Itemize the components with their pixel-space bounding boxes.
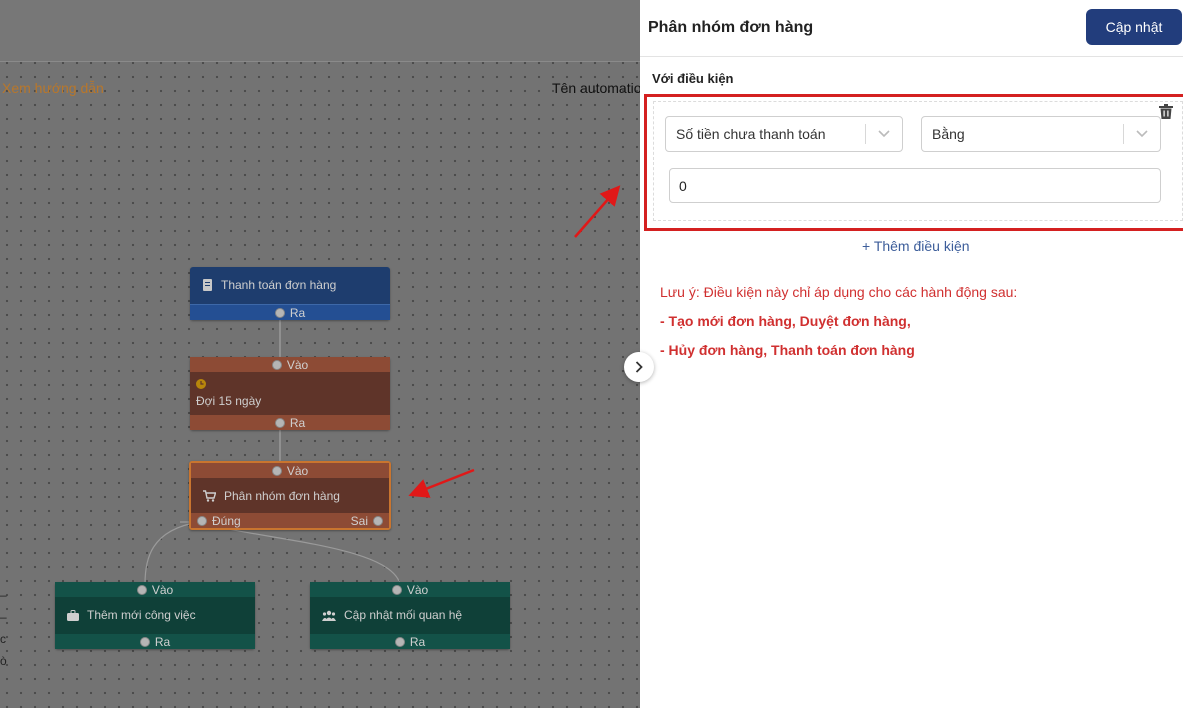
note-text: Lưu ý: Điều kiện này chỉ áp dụng cho các… [660, 284, 1018, 300]
node-output-port[interactable]: Ra [55, 634, 255, 649]
trash-icon[interactable] [1159, 104, 1173, 124]
node-classify-orders[interactable]: Vào Phân nhóm đơn hàng Đúng Sai [189, 461, 391, 530]
node-title: Cập nhật mối quan hệ [344, 608, 463, 622]
node-input-port[interactable]: Vào [55, 582, 255, 597]
node-title: Thêm mới công việc [87, 608, 196, 622]
node-input-port[interactable]: Vào [310, 582, 510, 597]
update-button[interactable]: Cập nhật [1086, 9, 1182, 45]
node-input-port[interactable]: Vào [190, 357, 390, 372]
briefcase-icon [67, 609, 79, 621]
node-output-port[interactable]: Ra [310, 634, 510, 649]
clock-icon [196, 378, 206, 392]
node-update-relation[interactable]: Vào Cập nhật mối quan hệ Ra [310, 582, 510, 649]
node-false-port[interactable]: Sai [351, 514, 383, 528]
node-input-port[interactable]: Vào [191, 463, 389, 478]
node-title: Đợi 15 ngày [196, 394, 262, 408]
node-output-port[interactable]: Ra [190, 415, 390, 430]
panel-title: Phân nhóm đơn hàng [648, 19, 814, 36]
left-edge-controls: – – c ò [0, 588, 7, 668]
cart-icon [203, 490, 216, 502]
node-add-task[interactable]: Vào Thêm mới công việc Ra [55, 582, 255, 649]
node-output-port[interactable]: Ra [190, 304, 390, 320]
users-icon [322, 610, 336, 621]
condition-label: Với điều kiện [652, 71, 734, 86]
note-line: - Tạo mới đơn hàng, Duyệt đơn hàng, [660, 313, 911, 329]
node-settings-panel: Phân nhóm đơn hàng Cập nhật Với điều kiệ… [640, 0, 1183, 708]
chevron-down-icon [1124, 130, 1160, 138]
chevron-down-icon [866, 130, 902, 138]
condition-highlight [644, 94, 1183, 231]
chevron-right-icon [635, 361, 643, 373]
node-true-port[interactable]: Đúng [197, 514, 241, 528]
node-wait[interactable]: Vào Đợi 15 ngày Ra [190, 357, 390, 430]
condition-value-input[interactable] [669, 168, 1161, 203]
add-condition-link[interactable]: + Thêm điều kiện [862, 238, 970, 254]
note-line: - Hủy đơn hàng, Thanh toán đơn hàng [660, 342, 915, 358]
node-payment[interactable]: Thanh toán đơn hàng Ra [190, 267, 390, 320]
receipt-icon [203, 279, 212, 291]
node-title: Thanh toán đơn hàng [221, 278, 337, 292]
node-title: Phân nhóm đơn hàng [224, 489, 340, 503]
condition-operator-select[interactable]: Bằng [921, 116, 1161, 152]
workflow-canvas[interactable]: Xem hướng dẫn Tên automation Thanh toán … [0, 0, 640, 708]
panel-header: Phân nhóm đơn hàng Cập nhật [640, 0, 1183, 57]
panel-collapse-toggle[interactable] [624, 352, 654, 382]
condition-field-select[interactable]: Số tiền chưa thanh toán [665, 116, 903, 152]
